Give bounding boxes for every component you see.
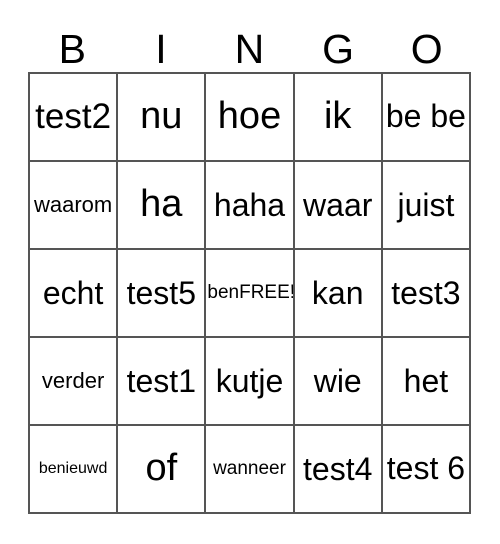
- bingo-cell[interactable]: nu: [118, 74, 207, 162]
- bingo-cell[interactable]: test4: [294, 426, 383, 514]
- bingo-cell-label: ha: [140, 183, 183, 226]
- bingo-cell-label: test3: [391, 274, 461, 311]
- bingo-cell[interactable]: test1: [118, 338, 207, 426]
- bingo-cell[interactable]: be be: [382, 74, 472, 162]
- bingo-cell[interactable]: haha: [206, 162, 295, 250]
- bingo-grid: test2 nu hoe ik be be waarom ha haha waa…: [28, 72, 472, 514]
- bingo-cell-label: of: [145, 447, 178, 490]
- bingo-cell[interactable]: benieuwd: [30, 426, 119, 514]
- bingo-cell[interactable]: echt: [30, 250, 119, 338]
- bingo-cell-label: be be: [385, 98, 466, 135]
- bingo-cell-label: verder: [41, 368, 105, 394]
- bingo-cell-label: test4: [303, 450, 373, 487]
- bingo-row: verder test1 kutje wie het: [30, 338, 472, 426]
- bingo-cell[interactable]: test2: [30, 74, 119, 162]
- bingo-cell-label: kutje: [215, 362, 284, 399]
- bingo-cell-label: test5: [126, 274, 196, 311]
- bingo-cell-label: juist: [397, 186, 455, 223]
- bingo-cell-label: waarom: [33, 192, 113, 218]
- header-letter-g: G: [322, 26, 355, 72]
- bingo-cell[interactable]: test 6: [382, 426, 472, 514]
- bingo-cell-label: kan: [311, 274, 364, 311]
- bingo-cell[interactable]: waar: [294, 162, 383, 250]
- bingo-cell[interactable]: het: [382, 338, 472, 426]
- bingo-cell-label: echt: [42, 274, 104, 311]
- bingo-row: test2 nu hoe ik be be: [30, 74, 472, 162]
- bingo-cell[interactable]: hoe: [206, 74, 295, 162]
- bingo-cell[interactable]: juist: [382, 162, 472, 250]
- bingo-cell-label: ik: [323, 95, 352, 138]
- bingo-cell-label: test1: [126, 362, 196, 399]
- bingo-cell-label: wie: [313, 362, 362, 399]
- header-letter-i: I: [155, 26, 167, 72]
- bingo-cell-free[interactable]: benFREE!: [206, 250, 295, 338]
- bingo-cell-label: waar: [303, 186, 373, 223]
- bingo-cell-label: benieuwd: [38, 460, 108, 478]
- bingo-cell-label: test 6: [386, 450, 466, 487]
- bingo-header: B I N G O: [28, 18, 471, 72]
- bingo-cell-label: test2: [35, 97, 112, 137]
- bingo-cell[interactable]: wie: [294, 338, 383, 426]
- bingo-cell[interactable]: verder: [30, 338, 119, 426]
- bingo-cell[interactable]: ik: [294, 74, 383, 162]
- bingo-card: B I N G O test2 nu hoe ik be be waarom h…: [0, 0, 500, 544]
- bingo-cell-label: nu: [140, 95, 183, 138]
- header-letter-b: B: [58, 26, 86, 72]
- header-letter-o: O: [410, 26, 443, 72]
- header-letter-n: N: [234, 26, 265, 72]
- bingo-cell[interactable]: ha: [118, 162, 207, 250]
- bingo-cell-free-label: benFREE!: [207, 281, 295, 303]
- bingo-cell[interactable]: waarom: [30, 162, 119, 250]
- bingo-cell-label: hoe: [217, 95, 282, 138]
- bingo-row: waarom ha haha waar juist: [30, 162, 472, 250]
- bingo-cell[interactable]: wanneer: [206, 426, 295, 514]
- bingo-cell-label: haha: [213, 186, 286, 223]
- bingo-cell[interactable]: test3: [382, 250, 472, 338]
- bingo-cell[interactable]: test5: [118, 250, 207, 338]
- bingo-cell[interactable]: of: [118, 426, 207, 514]
- bingo-cell-label: wanneer: [213, 457, 286, 479]
- bingo-cell[interactable]: kutje: [206, 338, 295, 426]
- bingo-row: benieuwd of wanneer test4 test 6: [30, 426, 472, 514]
- bingo-cell-label: het: [403, 362, 449, 399]
- bingo-cell[interactable]: kan: [294, 250, 383, 338]
- bingo-row: echt test5 benFREE! kan test3: [30, 250, 472, 338]
